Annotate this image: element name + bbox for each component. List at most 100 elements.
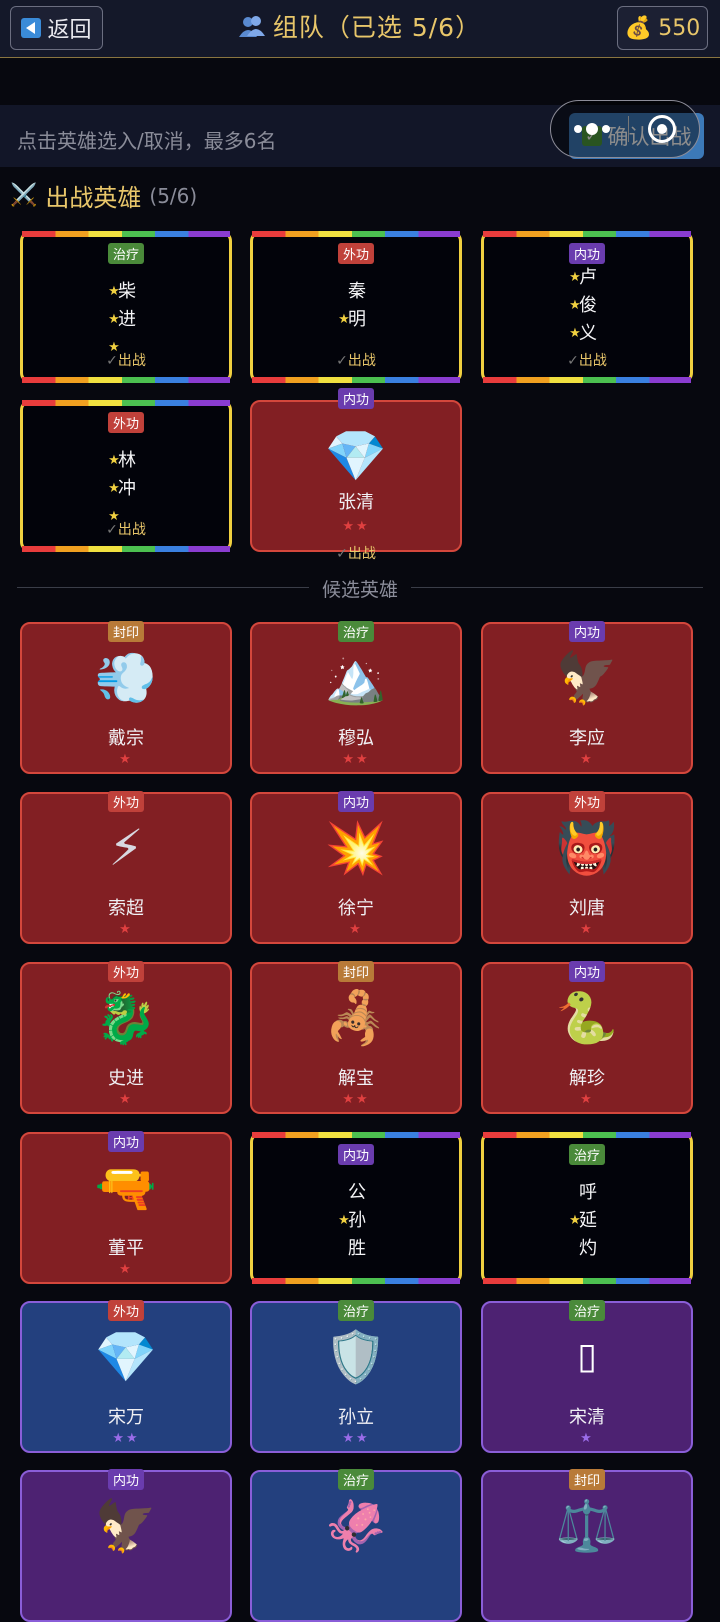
hero-tag: 治疗 (568, 1144, 606, 1165)
battle-label: ✓出战 (336, 546, 376, 562)
battle-label: ✓出战 (106, 353, 146, 369)
eagle-icon: 🦅 (94, 1497, 158, 1555)
hero-stars: ★ (349, 922, 363, 937)
hero-name: 解珍 (569, 1068, 605, 1089)
burst-icon: 💥 (324, 819, 388, 877)
coin-count: 550 (658, 15, 701, 41)
crossed-swords-icon: ⚔️ (10, 183, 38, 208)
hero-card[interactable]: 外功 💎 宋万 ★★ (20, 1300, 232, 1453)
hero-card[interactable]: 内功 🦅 (20, 1469, 232, 1622)
hero-tag: 内功 (337, 1144, 375, 1165)
page-title: 组队（已选 5/6） (0, 8, 720, 44)
hero-tag: 内功 (107, 1131, 145, 1152)
mountain-icon: 🏔️ (324, 649, 388, 707)
hero-card[interactable]: 外功 👹 刘唐 ★ (481, 791, 693, 944)
hero-card-selected[interactable]: 内功 💎 张清 ★★ ✓出战 (250, 388, 462, 562)
battle-label: ✓出战 (336, 353, 376, 369)
hero-card[interactable]: 内功 🦅 李应 ★ (481, 621, 693, 774)
hero-card-selected[interactable]: 治疗 ★ ★ ★ 柴进 ✓出战 (20, 231, 232, 383)
hero-stars: ★★ (342, 519, 370, 534)
hero-name: 林冲 (118, 450, 136, 499)
hero-card-selected[interactable]: 外功 ★ ★ ★ 林冲 ✓出战 (20, 400, 232, 552)
hero-tag: 外功 (337, 243, 375, 264)
hero-stars: ★ (119, 922, 133, 937)
hero-stars: ★★ (342, 752, 370, 767)
hero-stars: ★ (580, 922, 594, 937)
hero-tag: 封印 (568, 1469, 606, 1490)
hero-card[interactable]: 治疗 ▯ 宋清 ★ (481, 1300, 693, 1453)
hero-name: 徐宁 (338, 898, 374, 919)
hero-tag: 内功 (337, 388, 375, 409)
hero-tag: 外功 (568, 791, 606, 812)
more-dots-icon[interactable] (574, 123, 611, 135)
dragon-icon: 🐉 (94, 989, 158, 1047)
shield-icon: 🛡️ (324, 1328, 388, 1386)
hero-card[interactable]: 外功 ⚡ 索超 ★ (20, 791, 232, 944)
hero-stars: ★ (580, 752, 594, 767)
coin-balance: 💰 550 (617, 6, 708, 50)
hero-tag: 封印 (107, 621, 145, 642)
hero-card[interactable]: 治疗 ★ 呼延灼 (481, 1132, 693, 1284)
hero-name: 穆弘 (338, 728, 374, 749)
hero-tag: 外功 (107, 1300, 145, 1321)
battle-label: ✓出战 (106, 522, 146, 538)
snake-icon: 🐍 (555, 989, 619, 1047)
hero-name: 史进 (108, 1068, 144, 1089)
hero-name: 宋万 (108, 1407, 144, 1428)
hero-tag: 治疗 (568, 1300, 606, 1321)
hero-name: 戴宗 (108, 728, 144, 749)
hero-card[interactable]: 外功 🐉 史进 ★ (20, 961, 232, 1114)
hero-stars: ★★ (112, 1431, 140, 1446)
hero-tag: 内功 (568, 621, 606, 642)
hero-name: 卢俊义 (579, 267, 597, 344)
wind-icon: 💨 (94, 649, 158, 707)
hero-name: 解宝 (338, 1068, 374, 1089)
candidate-title: 候选英雄 (321, 579, 398, 601)
hero-card[interactable]: 内功 💥 徐宁 ★ (250, 791, 462, 944)
money-bag-icon: 💰 (624, 15, 653, 41)
eagle-icon: 🦅 (555, 649, 619, 707)
hero-tag: 外功 (107, 412, 145, 433)
hero-tag: 封印 (337, 961, 375, 982)
hero-card[interactable]: 治疗 🛡️ 孙立 ★★ (250, 1300, 462, 1453)
scales-icon: ⚖️ (555, 1497, 619, 1555)
unknown-glyph-icon: ▯ (577, 1336, 597, 1377)
candidate-divider: 候选英雄 (17, 575, 703, 601)
hero-card[interactable]: 治疗 🦑 (250, 1469, 462, 1622)
hero-tag: 治疗 (107, 243, 145, 264)
diamond-icon: 💎 (324, 427, 388, 485)
hero-stars: ★ (119, 1092, 133, 1107)
hero-card[interactable]: 内功 🐍 解珍 ★ (481, 961, 693, 1114)
hero-stars: ★ (580, 1431, 594, 1446)
hero-name: 张清 (338, 492, 374, 513)
hero-name: 秦明 (348, 281, 366, 330)
selected-section-title: ⚔️ 出战英雄 (5/6) (10, 183, 198, 212)
hero-card-selected[interactable]: 内功 ★ ★ ★ 卢俊义 ✓出战 (481, 231, 693, 383)
hero-card[interactable]: 内功 ★ 公孙胜 (250, 1132, 462, 1284)
diamond-icon: 💎 (94, 1328, 158, 1386)
hero-stars: ★ (580, 1092, 594, 1107)
top-bar: 返回 组队（已选 5/6） 💰 550 (0, 0, 720, 58)
hint-text: 点击英雄选入/取消，最多6名 (17, 129, 277, 153)
hero-name: 索超 (108, 898, 144, 919)
hero-card-selected[interactable]: 外功 ★ 秦明 ✓出战 (250, 231, 462, 383)
hero-tag: 内功 (568, 243, 606, 264)
hero-tag: 治疗 (337, 1469, 375, 1490)
hero-name: 李应 (569, 728, 605, 749)
hero-name: 刘唐 (569, 898, 605, 919)
hero-card[interactable]: 内功 🔫 董平 ★ (20, 1131, 232, 1284)
hero-card[interactable]: 治疗 🏔️ 穆弘 ★★ (250, 621, 462, 774)
hero-tag: 治疗 (337, 621, 375, 642)
hero-stars: ★ (119, 1262, 133, 1277)
scorpion-icon: 🦂 (324, 989, 388, 1047)
hero-card[interactable]: 封印 💨 戴宗 ★ (20, 621, 232, 774)
close-target-icon[interactable] (647, 115, 676, 143)
hero-tag: 内功 (337, 791, 375, 812)
water-pistol-icon: 🔫 (94, 1159, 158, 1217)
hero-tag: 内功 (568, 961, 606, 982)
hero-card[interactable]: 封印 ⚖️ (481, 1469, 693, 1622)
hero-card[interactable]: 封印 🦂 解宝 ★★ (250, 961, 462, 1114)
hero-name: 宋清 (569, 1407, 605, 1428)
hero-tag: 外功 (107, 791, 145, 812)
mini-program-capsule[interactable] (550, 100, 700, 158)
